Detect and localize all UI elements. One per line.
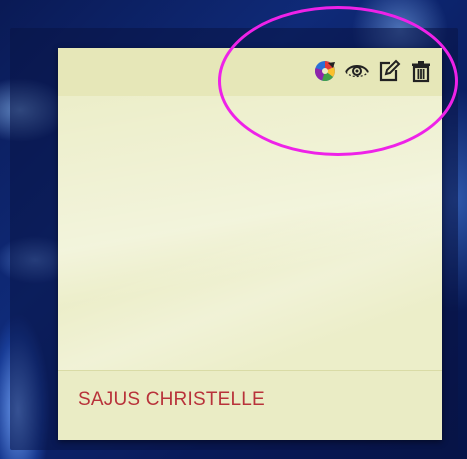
trash-icon[interactable] bbox=[408, 58, 434, 84]
card-header bbox=[58, 48, 442, 96]
desktop-background: SAJUS CHRISTELLE bbox=[0, 0, 467, 459]
color-wheel-icon[interactable] bbox=[312, 58, 338, 84]
edit-icon[interactable] bbox=[376, 58, 402, 84]
eye-icon[interactable] bbox=[344, 58, 370, 84]
owner-name: SAJUS CHRISTELLE bbox=[78, 389, 265, 410]
card-footer: SAJUS CHRISTELLE bbox=[58, 370, 442, 440]
note-card[interactable]: SAJUS CHRISTELLE bbox=[58, 48, 442, 440]
card-toolbar bbox=[312, 58, 434, 84]
